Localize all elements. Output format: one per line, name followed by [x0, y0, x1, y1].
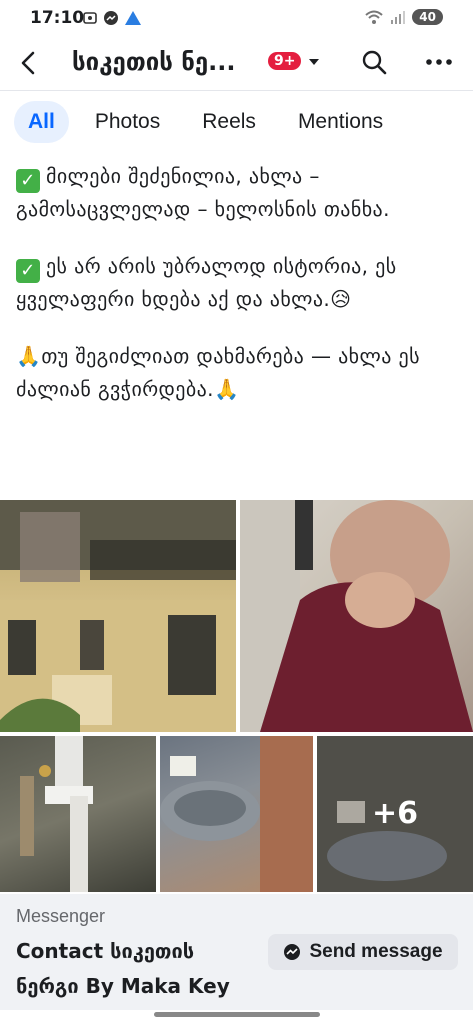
- signal-icon: [391, 11, 406, 24]
- notification-badge: 9+: [268, 52, 302, 70]
- photo-sink[interactable]: [160, 736, 313, 892]
- screenshot-icon: [83, 12, 97, 24]
- tab-reels[interactable]: Reels: [186, 101, 272, 143]
- more-icon[interactable]: [424, 50, 454, 74]
- photo-building[interactable]: [0, 500, 236, 732]
- status-bar: 17:10 40: [0, 0, 473, 36]
- page-title[interactable]: სიკეთის ნე...: [72, 48, 236, 76]
- send-message-label: Send message: [309, 941, 443, 962]
- messenger-icon: [104, 11, 118, 25]
- page-header: სიკეთის ნე... 9+: [0, 36, 473, 91]
- status-right-icons: 40: [364, 9, 443, 25]
- messenger-label: Messenger: [16, 906, 106, 926]
- post-paragraph-1: ✓ მილები შეძენილია, ახლა – გამოსაცვლელად …: [16, 160, 456, 226]
- messenger-card: Messenger Contact სიკეთის ნერგი By Maka …: [0, 894, 473, 1010]
- praying-hands-icon: 🙏: [213, 377, 240, 401]
- wifi-icon: [365, 10, 383, 24]
- check-mark-icon: ✓: [16, 169, 40, 193]
- person-illustration: [240, 500, 473, 732]
- paragraph-1-text: მილები შეძენილია, ახლა – გამოსაცვლელად –…: [16, 164, 390, 221]
- sad-face-icon: 😥: [330, 287, 352, 311]
- home-indicator[interactable]: [154, 1012, 320, 1017]
- status-time: 17:10: [30, 8, 85, 28]
- pipes-illustration: [20, 736, 93, 892]
- send-message-button[interactable]: Send message: [268, 934, 458, 970]
- sink-illustration: [160, 736, 313, 892]
- vpn-icon: [125, 11, 141, 25]
- building-illustration: [0, 500, 236, 732]
- tab-photos[interactable]: Photos: [79, 101, 176, 143]
- post-paragraph-3: 🙏თუ შეგიძლიათ დახმარება — ახლა ეს ძალიან…: [16, 340, 456, 406]
- tab-mentions[interactable]: Mentions: [282, 101, 399, 143]
- messenger-icon: [284, 944, 301, 960]
- chevron-down-icon[interactable]: [306, 54, 322, 70]
- post-paragraph-2: ✓ ეს არ არის უბრალოდ ისტორია, ეს ყველაფერ…: [16, 250, 456, 316]
- photo-more[interactable]: +6: [317, 736, 473, 892]
- photo-person[interactable]: [240, 500, 473, 732]
- post-text: ✓ მილები შეძენილია, ახლა – გამოსაცვლელად …: [16, 160, 456, 430]
- filter-tabs: All Photos Reels Mentions: [14, 99, 409, 145]
- search-icon[interactable]: [360, 48, 388, 76]
- status-left-icons: [82, 10, 142, 26]
- photo-pipes[interactable]: [0, 736, 156, 892]
- check-mark-icon: ✓: [16, 259, 40, 283]
- messenger-contact-title: Contact სიკეთის ნერგი By Maka Key: [16, 939, 230, 998]
- tab-all[interactable]: All: [14, 101, 69, 143]
- more-photos-count: +6: [371, 796, 418, 831]
- battery-icon: 40: [412, 9, 443, 25]
- back-arrow-icon[interactable]: [14, 48, 44, 78]
- praying-hands-icon: 🙏: [16, 344, 42, 368]
